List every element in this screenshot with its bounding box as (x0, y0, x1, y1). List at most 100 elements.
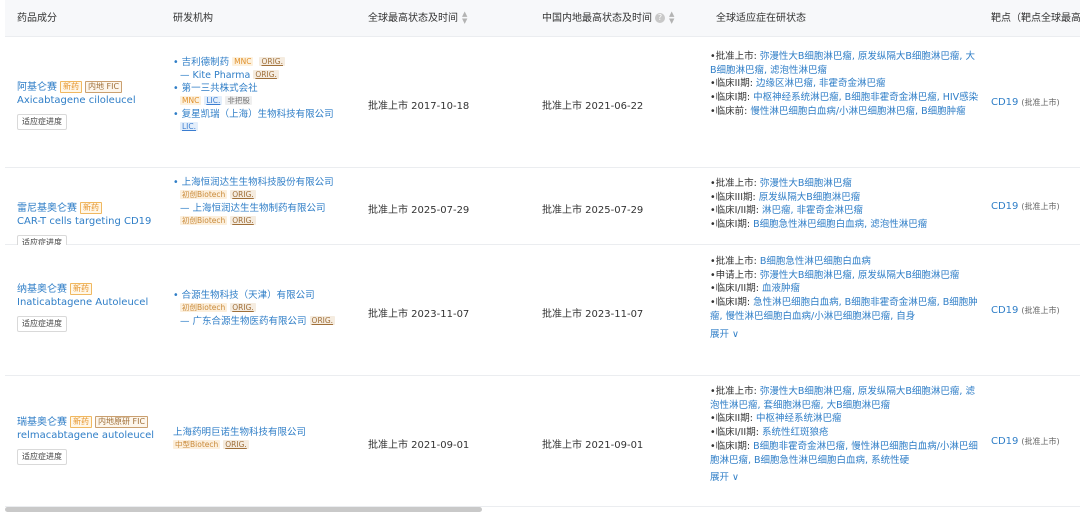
drug-name-cn[interactable]: 阿基仑赛 新药 内地 FIC (17, 81, 136, 94)
drug-cell: 雷尼基奥仑赛 新药 CAR-T cells targeting CD19 适应症进度 (17, 202, 151, 251)
indication-link[interactable]: 系统性红斑狼疮 (762, 427, 829, 438)
drug-name-text[interactable]: 阿基仑赛 (17, 82, 57, 93)
indication-stage: •临床I/II期: (710, 205, 762, 217)
header-global-status[interactable]: 全球最高状态及时间 ▲ ▼ (368, 0, 467, 37)
org-badge: 初创Biotech (180, 216, 228, 225)
expand-button[interactable]: 展开 ∨ (710, 328, 980, 341)
org-item[interactable]: — 广东合源生物医药有限公司 ORIG. (173, 315, 338, 328)
indication-stage: •批准上市: (710, 256, 760, 267)
org-badge: MNC (180, 96, 202, 105)
indication-stage: •临床II期: (710, 78, 756, 90)
indication-link[interactable]: 中枢神经系统淋巴瘤 (756, 413, 842, 424)
china-status: 批准上市 2025-07-29 (542, 205, 644, 216)
indication-line: •临床前: 慢性淋巴细胞白血病/小淋巴细胞淋巴瘤, B细胞肿瘤 (710, 105, 980, 119)
drug-tag: 新药 (60, 81, 82, 93)
org-item[interactable]: — 上海恒润达生生物制药有限公司 (173, 202, 334, 215)
indication-line: •临床II期: 边缘区淋巴瘤, 非霍奇金淋巴瘤 (710, 77, 980, 91)
drug-tag: 内地原研 FIC (95, 416, 149, 428)
drug-name-en[interactable]: CAR-T cells targeting CD19 (17, 215, 151, 229)
org-bullet: • (173, 57, 182, 68)
org-cell: • 合源生物科技（天津）有限公司 初创Biotech ORIG. — 广东合源生物医药… (173, 289, 338, 328)
help-icon[interactable]: ? (655, 13, 665, 23)
target-cell: CD19 (批准上市) (991, 97, 1060, 108)
target-link[interactable]: CD19 (991, 201, 1018, 212)
org-name[interactable]: 复星凯瑞（上海）生物科技有限公司 (182, 109, 334, 120)
indication-cell: •批准上市: 弥漫性大B细胞淋巴瘤, 原发纵隔大B细胞淋巴瘤, 大B细胞淋巴瘤,… (710, 50, 980, 119)
org-cell: • 吉利德制药 MNC ORIG. — Kite Pharma ORIG. • 第一三共株… (173, 56, 334, 134)
header-target: 靶点（靶点全球最高 (991, 13, 1080, 24)
drug-name-text[interactable]: 瑞基奥仑赛 (17, 417, 67, 428)
org-badge: 初创Biotech (180, 190, 228, 199)
org-badge: LIC. (204, 96, 223, 105)
org-item[interactable]: • 合源生物科技（天津）有限公司 (173, 289, 338, 302)
org-item[interactable]: • 吉利德制药 MNC ORIG. (173, 56, 334, 69)
drug-name-en[interactable]: Inaticabtagene Autoleucel (17, 296, 148, 310)
sort-icon[interactable]: ▲ ▼ (462, 11, 467, 25)
target-link[interactable]: CD19 (991, 436, 1018, 447)
drug-name-cn[interactable]: 瑞基奥仑赛 新药 内地原研 FIC (17, 416, 154, 429)
drug-name-text[interactable]: 雷尼基奥仑赛 (17, 203, 77, 214)
target-link[interactable]: CD19 (991, 97, 1018, 108)
org-name[interactable]: 上海恒润达生生物科技股份有限公司 (182, 177, 334, 188)
org-name[interactable]: 合源生物科技（天津）有限公司 (182, 290, 315, 301)
drug-cell: 阿基仑赛 新药 内地 FIC Axicabtagene ciloleucel 适应症进度 (17, 81, 136, 130)
org-name[interactable]: 广东合源生物医药有限公司 (193, 316, 307, 327)
org-item[interactable]: • 第一三共株式会社 (173, 82, 334, 95)
drug-name-text[interactable]: 纳基奥仑赛 (17, 284, 67, 295)
org-name[interactable]: 吉利德制药 (182, 57, 230, 68)
org-name[interactable]: Kite Pharma (193, 70, 251, 81)
indication-link[interactable]: 原发纵隔大B细胞淋巴瘤 (759, 192, 861, 203)
indication-line: •临床I期: 中枢神经系统淋巴瘤, B细胞非霍奇金淋巴瘤, HIV感染 (710, 91, 980, 105)
horizontal-scrollbar[interactable] (5, 507, 482, 512)
drug-name-en[interactable]: relmacabtagene autoleucel (17, 429, 154, 443)
header-china-status[interactable]: 中国内地最高状态及时间? ▲ ▼ (542, 0, 674, 37)
org-name[interactable]: 第一三共株式会社 (182, 83, 258, 94)
org-item[interactable]: • 上海恒润达生生物科技股份有限公司 (173, 176, 334, 189)
indication-link[interactable]: 慢性淋巴细胞白血病/小淋巴细胞淋巴瘤, B细胞肿瘤 (750, 106, 965, 117)
indication-link[interactable]: 边缘区淋巴瘤, 非霍奇金淋巴瘤 (756, 78, 886, 89)
table-header: 药品成分 研发机构 全球最高状态及时间 ▲ ▼ 中国内地最高状态及时间? ▲ ▼ 全球适… (5, 0, 1080, 37)
drug-name-cn[interactable]: 雷尼基奥仑赛 新药 (17, 202, 151, 215)
org-badges: 初创Biotech ORIG. (173, 302, 338, 315)
indication-progress-button[interactable]: 适应症进度 (17, 316, 67, 332)
drug-cell: 瑞基奥仑赛 新药 内地原研 FIC relmacabtagene autoleucel… (17, 416, 154, 465)
expand-button[interactable]: 展开 ∨ (710, 471, 980, 484)
drug-name-cn[interactable]: 纳基奥仑赛 新药 (17, 283, 148, 296)
indication-link[interactable]: B细胞急性淋巴细胞白血病, 滤泡性淋巴瘤 (753, 219, 927, 230)
sort-icon[interactable]: ▲ ▼ (669, 11, 674, 25)
org-bullet: • (173, 109, 182, 120)
header-drug: 药品成分 (17, 13, 57, 24)
indication-link[interactable]: B细胞急性淋巴细胞白血病 (760, 256, 871, 267)
indication-stage: •批准上市: (710, 51, 760, 62)
org-item[interactable]: 上海药明巨诺生物科技有限公司 (173, 426, 306, 439)
org-cell: 上海药明巨诺生物科技有限公司 中型Biotech ORIG. (173, 426, 306, 452)
org-item[interactable]: • 复星凯瑞（上海）生物科技有限公司 (173, 108, 334, 121)
indication-line: •临床III期: 原发纵隔大B细胞淋巴瘤 (710, 191, 980, 205)
target-link[interactable]: CD19 (991, 305, 1018, 316)
org-item[interactable]: — Kite Pharma ORIG. (173, 69, 334, 82)
indication-line: •临床I期: 急性淋巴细胞白血病, B细胞非霍奇金淋巴瘤, B细胞肿瘤, 慢性淋… (710, 296, 980, 323)
indication-line: •临床I期: B细胞急性淋巴细胞白血病, 滤泡性淋巴瘤 (710, 218, 980, 232)
indication-line: •临床I/II期: 淋巴瘤, 非霍奇金淋巴瘤 (710, 204, 980, 218)
indication-line: •申请上市: 弥漫性大B细胞淋巴瘤, 原发纵隔大B细胞淋巴瘤 (710, 269, 980, 283)
indication-progress-button[interactable]: 适应症进度 (17, 114, 67, 130)
indication-link[interactable]: 血液肿瘤 (762, 283, 800, 294)
target-cell: CD19 (批准上市) (991, 201, 1060, 212)
global-status: 批准上市 2021-09-01 (368, 440, 470, 451)
org-name[interactable]: 上海药明巨诺生物科技有限公司 (173, 427, 306, 438)
org-bullet: • (173, 177, 182, 188)
indication-link[interactable]: 弥漫性大B细胞淋巴瘤, 原发纵隔大B细胞淋巴瘤 (760, 270, 960, 281)
org-badge: ORIG. (230, 190, 256, 199)
drug-tag: 新药 (80, 202, 102, 214)
indication-progress-button[interactable]: 适应症进度 (17, 449, 67, 465)
org-name[interactable]: 上海恒润达生生物制药有限公司 (193, 203, 326, 214)
drug-name-en[interactable]: Axicabtagene ciloleucel (17, 94, 136, 108)
indication-link[interactable]: 中枢神经系统淋巴瘤, B细胞非霍奇金淋巴瘤, HIV感染 (753, 92, 978, 103)
target-status: (批准上市) (1021, 98, 1060, 107)
indication-line: •批准上市: B细胞急性淋巴细胞白血病 (710, 255, 980, 269)
drug-tag: 新药 (70, 283, 92, 295)
indication-link[interactable]: 弥漫性大B细胞淋巴瘤 (760, 178, 852, 189)
target-cell: CD19 (批准上市) (991, 436, 1060, 447)
indication-stage: •临床前: (710, 105, 751, 117)
indication-link[interactable]: 淋巴瘤, 非霍奇金淋巴瘤 (762, 205, 863, 216)
